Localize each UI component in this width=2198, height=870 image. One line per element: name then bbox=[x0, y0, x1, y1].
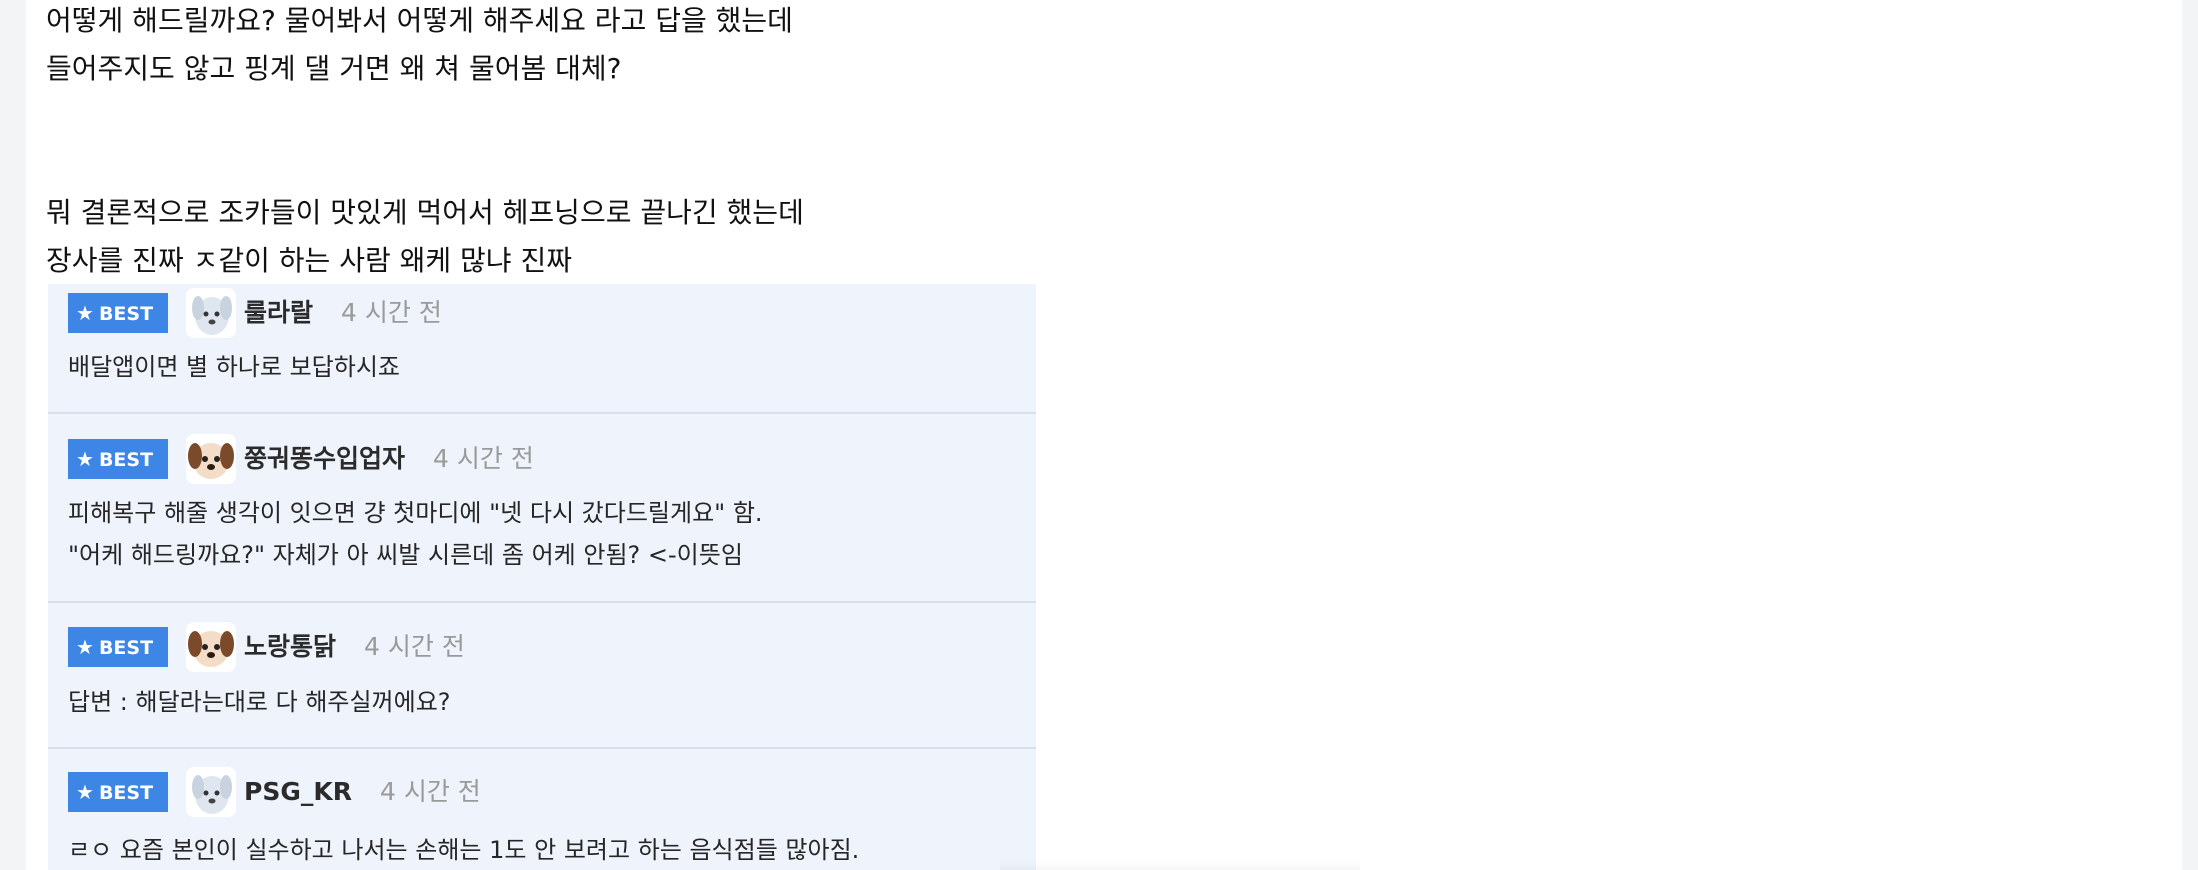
star-icon: ★ bbox=[76, 301, 94, 325]
nickname-text[interactable]: PSG_KR bbox=[244, 777, 352, 806]
best-badge-label: BEST bbox=[98, 449, 154, 471]
comment-text-line: ㄹㅇ 요즘 본인이 실수하고 나서는 손해는 1도 안 보려고 하는 음식점들 … bbox=[68, 836, 860, 864]
best-badge-label: BEST bbox=[98, 303, 154, 325]
post-text-line: 뭐 결론적으로 조카들이 맛있게 먹어서 헤프닝으로 끝나긴 했는데 bbox=[46, 196, 804, 229]
best-badge: ★ BEST bbox=[68, 439, 168, 479]
nickname-text[interactable]: 노랑통닭 bbox=[244, 632, 336, 661]
best-comment: ★ BEST 룰라랄 4 시간 전 배달앱이면 별 하나로 보답하시죠 bbox=[48, 284, 1036, 414]
best-badge: ★ BEST bbox=[68, 772, 168, 812]
best-badge: ★ BEST bbox=[68, 627, 168, 667]
white-puppy-avatar-icon[interactable] bbox=[186, 767, 236, 817]
best-comment: ★ BEST PSG_KR 4 시간 전 ㄹㅇ 요즘 본인이 실수하고 나서는 손해… bbox=[48, 749, 1036, 870]
post-text-line: 장사를 진짜 ㅈ같이 하는 사람 왜케 많냐 진짜 bbox=[46, 244, 572, 277]
star-icon: ★ bbox=[76, 635, 94, 659]
best-badge-label: BEST bbox=[98, 782, 154, 804]
comment-nickname[interactable]: 쭝궈똥수입업자 4 시간 전 bbox=[244, 439, 534, 479]
star-icon: ★ bbox=[76, 780, 94, 804]
comment-text-line: 답변 : 해달라는대로 다 해주실꺼에요? bbox=[68, 688, 451, 716]
comment-time: 4 시간 전 bbox=[433, 444, 534, 473]
nickname-text[interactable]: 룰라랄 bbox=[244, 298, 313, 327]
brown-puppy-avatar-icon[interactable] bbox=[186, 622, 236, 672]
page-background: 어떻게 해드릴까요? 물어봐서 어떻게 해주세요 라고 답을 했는데 들어주지도… bbox=[0, 0, 2198, 870]
comment-text-line: 피해복구 해줄 생각이 잇으면 걍 첫마디에 "넷 다시 갔다드릴게요" 함. bbox=[68, 499, 763, 527]
star-icon: ★ bbox=[76, 447, 94, 471]
comment-time: 4 시간 전 bbox=[341, 298, 442, 327]
best-badge-label: BEST bbox=[98, 637, 154, 659]
post-text-line: 어떻게 해드릴까요? 물어봐서 어떻게 해주세요 라고 답을 했는데 bbox=[46, 4, 793, 37]
comment-nickname[interactable]: 룰라랄 4 시간 전 bbox=[244, 293, 442, 333]
best-badge: ★ BEST bbox=[68, 293, 168, 333]
comment-time: 4 시간 전 bbox=[364, 632, 465, 661]
comment-text-line: 배달앱이면 별 하나로 보답하시죠 bbox=[68, 353, 401, 381]
post-text-line: 들어주지도 않고 핑계 댈 거면 왜 쳐 물어봄 대체? bbox=[46, 52, 622, 85]
comment-text-line: "어케 해드링까요?" 자체가 아 씨발 시른데 좀 어케 안됨? <-이뜻임 bbox=[68, 541, 743, 569]
bottom-shadow bbox=[1000, 860, 1360, 870]
comment-nickname[interactable]: 노랑통닭 4 시간 전 bbox=[244, 627, 465, 667]
best-comment: ★ BEST 쭝궈똥수입업자 4 시간 전 피해복구 해줄 생각이 잇으면 걍 첫마… bbox=[48, 414, 1036, 603]
brown-puppy-avatar-icon[interactable] bbox=[186, 434, 236, 484]
comment-time: 4 시간 전 bbox=[379, 777, 481, 806]
best-comments-list: ★ BEST 룰라랄 4 시간 전 배달앱이면 별 하나로 보답하시죠 ★ BE… bbox=[48, 284, 1036, 870]
best-comment: ★ BEST 노랑통닭 4 시간 전 답변 : 해달라는대로 다 해주실꺼에요? bbox=[48, 603, 1036, 749]
white-puppy-avatar-icon[interactable] bbox=[186, 288, 236, 338]
nickname-text[interactable]: 쭝궈똥수입업자 bbox=[244, 444, 405, 473]
comment-nickname[interactable]: PSG_KR 4 시간 전 bbox=[244, 772, 481, 812]
